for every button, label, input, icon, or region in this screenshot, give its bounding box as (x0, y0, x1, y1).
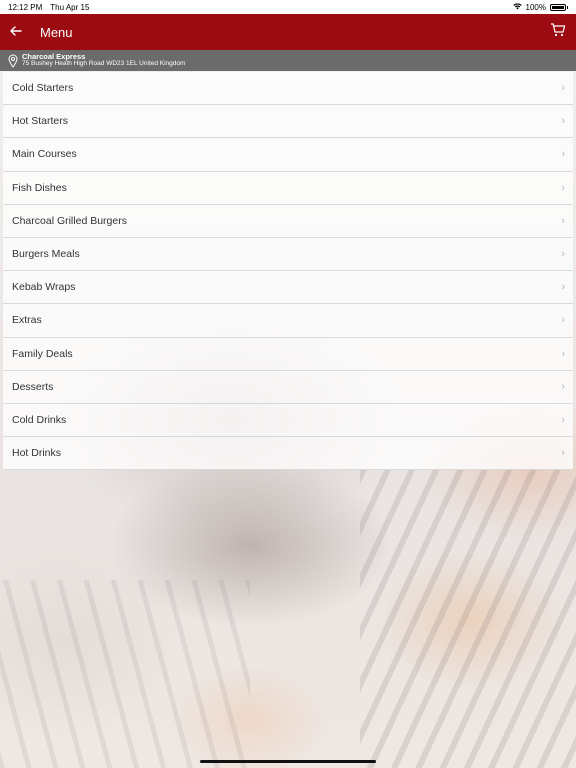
grill-grate (360, 470, 576, 768)
menu-item-label: Family Deals (12, 347, 73, 360)
menu-item-label: Hot Starters (12, 115, 69, 128)
menu-item-label: Cold Drinks (12, 413, 67, 426)
chevron-right-icon: › (561, 314, 565, 327)
status-time: 12:12 PM (8, 2, 43, 12)
battery-tip (567, 5, 568, 9)
menu-item-cold-starters[interactable]: Cold Starters › (3, 72, 573, 106)
menu-item-label: Burgers Meals (12, 248, 80, 261)
chevron-right-icon: › (561, 347, 565, 360)
chevron-right-icon: › (561, 181, 565, 194)
menu-list: Cold Starters › Hot Starters › Main Cour… (3, 72, 573, 471)
battery-icon (550, 3, 566, 11)
chevron-right-icon: › (561, 248, 565, 261)
home-indicator[interactable] (200, 760, 376, 763)
menu-item-kebab-wraps[interactable]: Kebab Wraps › (3, 271, 573, 305)
chevron-right-icon: › (561, 115, 565, 128)
status-date: Thu Apr 15 (50, 2, 90, 12)
menu-item-cold-drinks[interactable]: Cold Drinks › (3, 403, 573, 438)
menu-item-hot-starters[interactable]: Hot Starters › (3, 105, 573, 139)
cart-icon (550, 22, 566, 42)
chevron-right-icon: › (561, 214, 565, 227)
menu-item-main-courses[interactable]: Main Courses › (3, 138, 573, 172)
menu-item-label: Extras (12, 314, 42, 327)
menu-item-fish-dishes[interactable]: Fish Dishes › (3, 171, 573, 205)
menu-item-label: Hot Drinks (12, 447, 62, 460)
menu-item-hot-drinks[interactable]: Hot Drinks › (3, 437, 573, 471)
chevron-right-icon: › (561, 148, 565, 161)
menu-item-label: Kebab Wraps (12, 281, 76, 294)
wifi-icon (512, 2, 522, 12)
location-text: Charcoal Express 75 Bushey Heath High Ro… (22, 53, 185, 68)
grill-grate-left (0, 580, 250, 768)
menu-item-label: Fish Dishes (12, 181, 67, 194)
menu-item-label: Main Courses (12, 148, 77, 161)
status-bar: 12:12 PM Thu Apr 15 100% (0, 0, 576, 14)
chevron-right-icon: › (561, 82, 565, 95)
back-arrow-icon (10, 23, 22, 41)
chevron-right-icon: › (561, 380, 565, 393)
status-right: 100% (512, 2, 568, 12)
page-title: Menu (40, 24, 73, 40)
menu-item-label: Cold Starters (12, 82, 74, 95)
menu-item-burgers-meals[interactable]: Burgers Meals › (3, 237, 573, 272)
menu-item-extras[interactable]: Extras › (3, 304, 573, 338)
chevron-right-icon: › (561, 281, 565, 294)
back-button[interactable] (0, 14, 32, 50)
menu-item-label: Desserts (12, 380, 54, 393)
cart-button[interactable] (540, 14, 576, 50)
chevron-right-icon: › (561, 413, 565, 426)
menu-item-label: Charcoal Grilled Burgers (12, 214, 127, 227)
menu-item-family-deals[interactable]: Family Deals › (3, 337, 573, 371)
restaurant-address: 75 Bushey Heath High Road WD23 1EL Unite… (22, 60, 186, 68)
location-bar: Charcoal Express 75 Bushey Heath High Ro… (0, 50, 576, 71)
battery-percent: 100% (525, 2, 546, 12)
location-pin-icon (3, 54, 23, 68)
menu-item-charcoal-grilled-burgers[interactable]: Charcoal Grilled Burgers › (3, 204, 573, 238)
chevron-right-icon: › (561, 447, 565, 460)
menu-item-desserts[interactable]: Desserts › (3, 370, 573, 404)
app-header: Menu (0, 14, 576, 50)
